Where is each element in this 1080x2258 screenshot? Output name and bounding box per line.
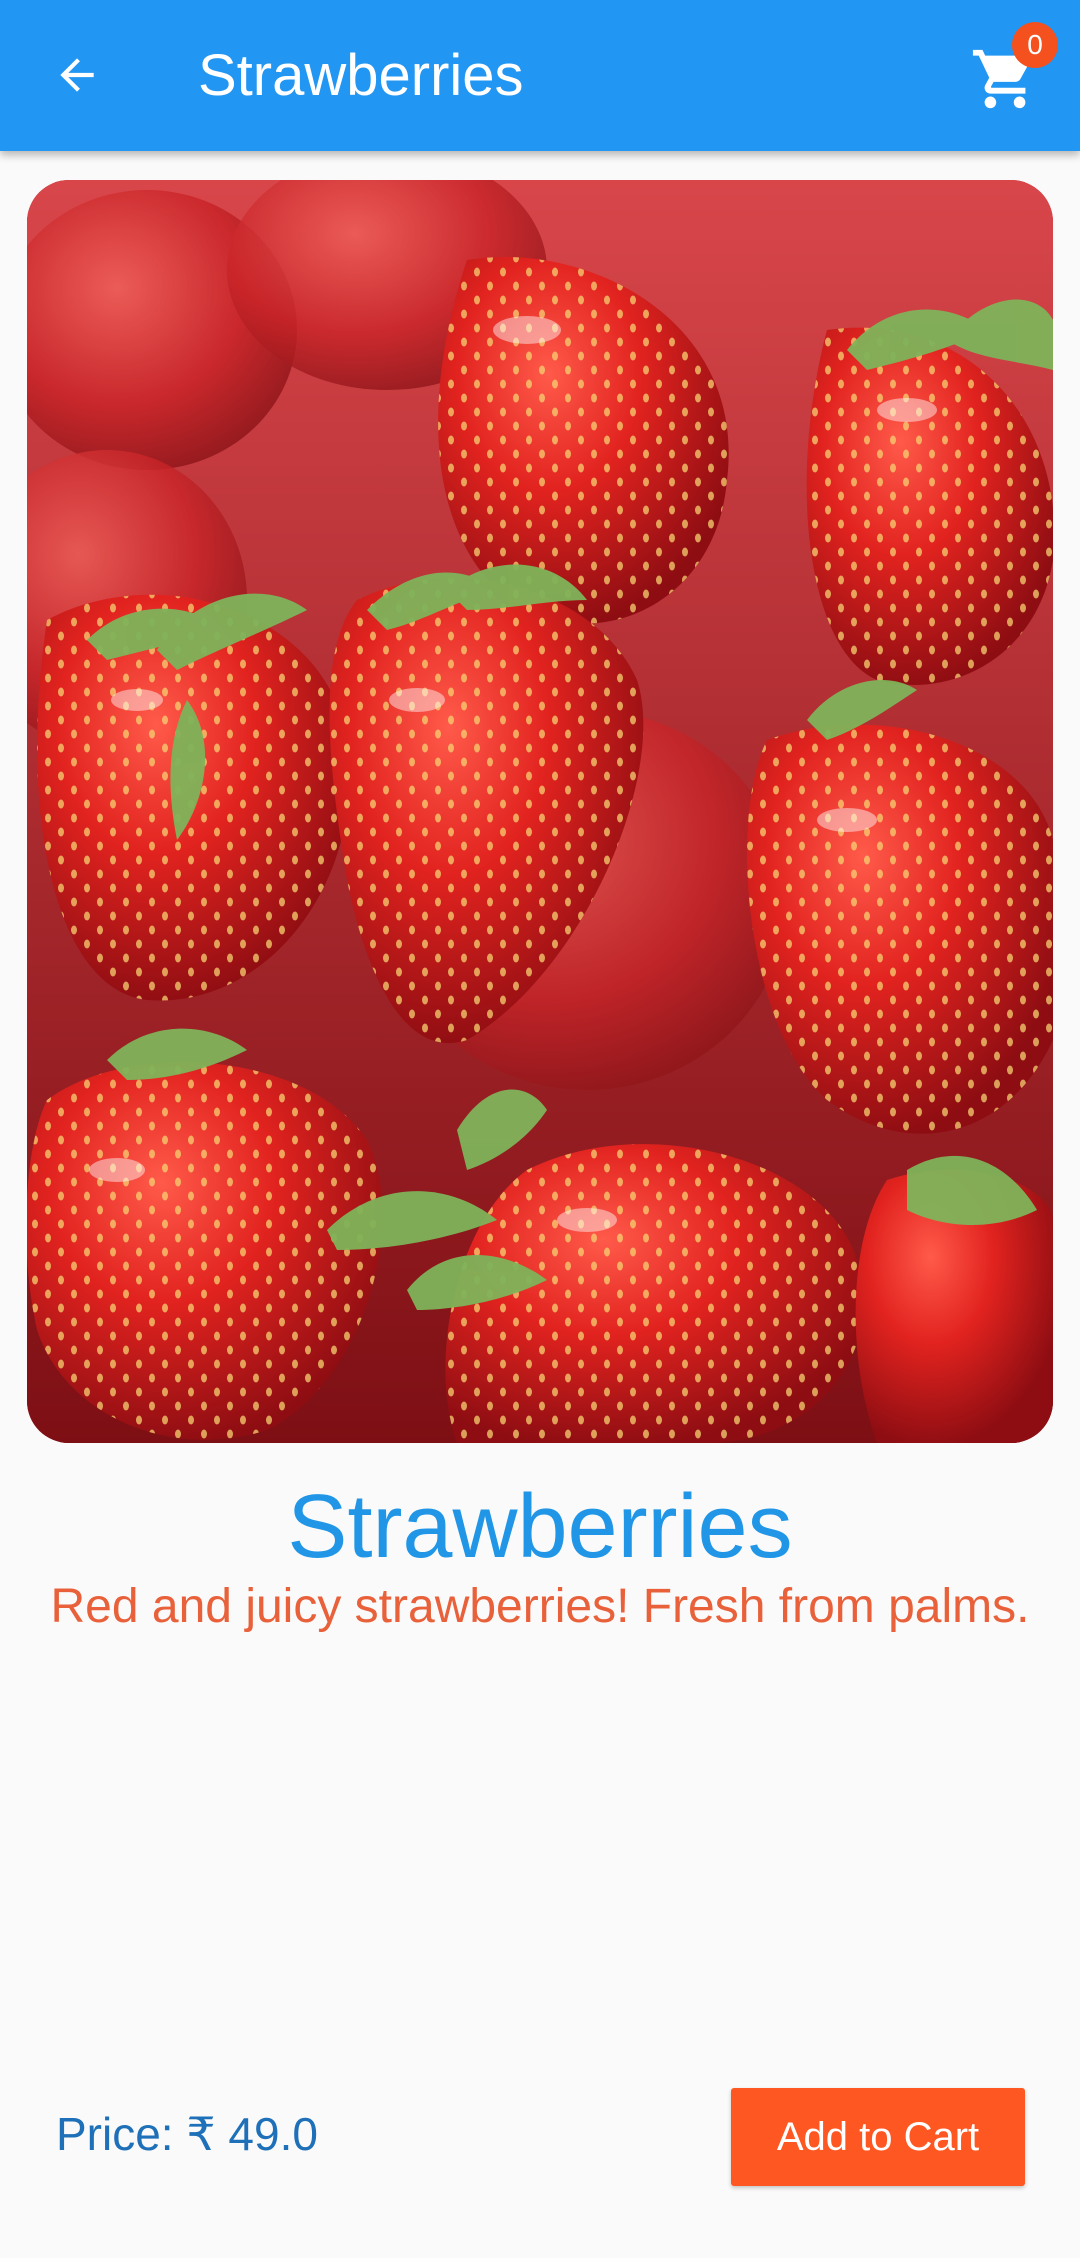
cart-count-badge: 0 — [1012, 22, 1058, 68]
cart-button[interactable]: 0 — [960, 22, 1060, 130]
product-image — [27, 180, 1053, 1443]
app-bar: Strawberries 0 — [0, 0, 1080, 151]
back-button[interactable] — [34, 32, 120, 118]
price-label: Price: ₹ 49.0 — [56, 2108, 318, 2160]
arrow-left-icon — [60, 58, 94, 92]
product-name: Strawberries — [287, 1477, 793, 1577]
add-to-cart-button[interactable]: Add to Cart — [731, 2088, 1025, 2186]
page-title: Strawberries — [198, 43, 524, 108]
product-description: Red and juicy strawberries! Fresh from p… — [50, 1580, 1030, 1633]
